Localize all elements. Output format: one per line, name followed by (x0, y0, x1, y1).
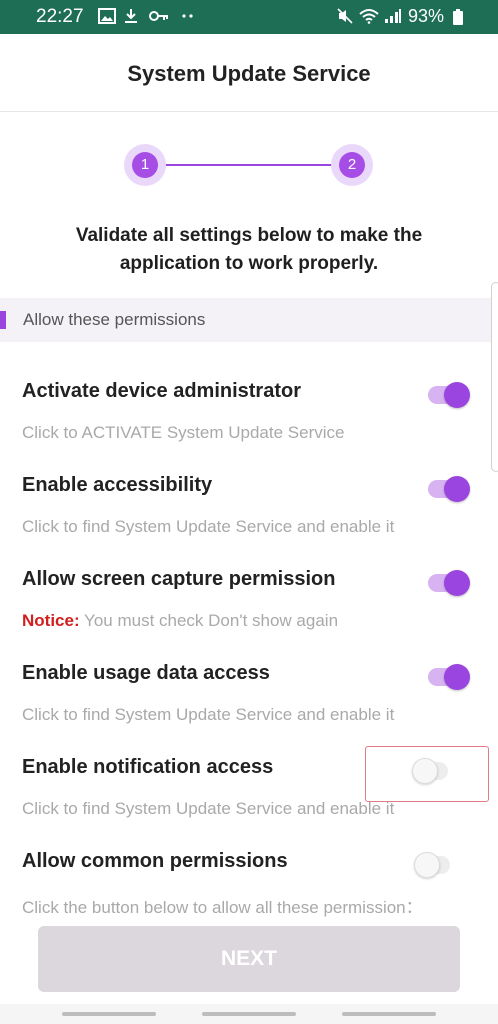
page-title: System Update Service (127, 61, 371, 86)
wifi-icon (359, 9, 379, 24)
permission-description: Click to find System Update Service and … (22, 705, 395, 724)
screen-capture-toggle[interactable] (426, 568, 472, 598)
permission-row-accessibility[interactable]: Enable accessibility Click to find Syste… (0, 474, 498, 568)
permission-title: Enable notification access (22, 756, 274, 778)
permission-description: Notice: You must check Don't show again (22, 611, 338, 631)
key-icon (149, 11, 168, 21)
usage-data-toggle[interactable] (426, 662, 472, 692)
step-1: 1 (124, 144, 166, 186)
permission-title: Allow common permissions (22, 850, 288, 872)
step-1-number: 1 (132, 152, 158, 178)
notice-label: Notice: (22, 611, 80, 630)
battery-percent: 93% (408, 6, 445, 26)
signal-icon (385, 9, 401, 23)
status-time: 22:27 (36, 6, 84, 27)
accessibility-toggle[interactable] (426, 474, 472, 504)
device-admin-toggle[interactable] (426, 380, 472, 410)
permission-title: Allow screen capture permission (22, 568, 336, 590)
status-bar: 22:27 93% (0, 0, 498, 34)
toggle-highlight-box (365, 746, 489, 802)
permission-description: Click to find System Update Service and … (22, 517, 395, 536)
permission-title: Enable usage data access (22, 662, 270, 684)
download-icon (125, 9, 137, 23)
more-dots-icon (182, 14, 193, 18)
section-accent-bar (0, 311, 6, 329)
instructions-text: Validate all settings below to make the … (75, 225, 423, 274)
permission-description: Click the button below to allow all thes… (22, 898, 423, 917)
step-2: 2 (331, 144, 373, 186)
nav-recents-handle[interactable] (342, 1012, 436, 1016)
permission-row-screen-capture[interactable]: Allow screen capture permission Notice: … (0, 568, 498, 662)
permission-row-usage-data[interactable]: Enable usage data access Click to find S… (0, 662, 498, 756)
permission-row-device-admin[interactable]: Activate device administrator Click to A… (0, 380, 498, 474)
next-button[interactable]: NEXT (38, 926, 460, 992)
image-icon (98, 8, 116, 24)
progress-stepper: 1 2 (0, 112, 498, 222)
battery-icon (453, 9, 463, 25)
permission-title: Enable accessibility (22, 474, 213, 496)
nav-home-handle[interactable] (202, 1012, 296, 1016)
mute-icon (337, 8, 353, 24)
step-2-number: 2 (339, 152, 365, 178)
common-permissions-toggle[interactable] (414, 850, 460, 880)
app-header: System Update Service (0, 34, 498, 112)
section-label: Allow these permissions (23, 310, 206, 329)
permission-title: Activate device administrator (22, 380, 301, 402)
navigation-bar (0, 1004, 498, 1024)
permission-description: Click to ACTIVATE System Update Service (22, 423, 345, 442)
stepper-connector (164, 164, 336, 166)
notice-text: You must check Don't show again (79, 611, 339, 630)
section-header: Allow these permissions (0, 298, 498, 342)
permission-description: Click to find System Update Service and … (22, 799, 395, 818)
nav-back-handle[interactable] (62, 1012, 156, 1016)
